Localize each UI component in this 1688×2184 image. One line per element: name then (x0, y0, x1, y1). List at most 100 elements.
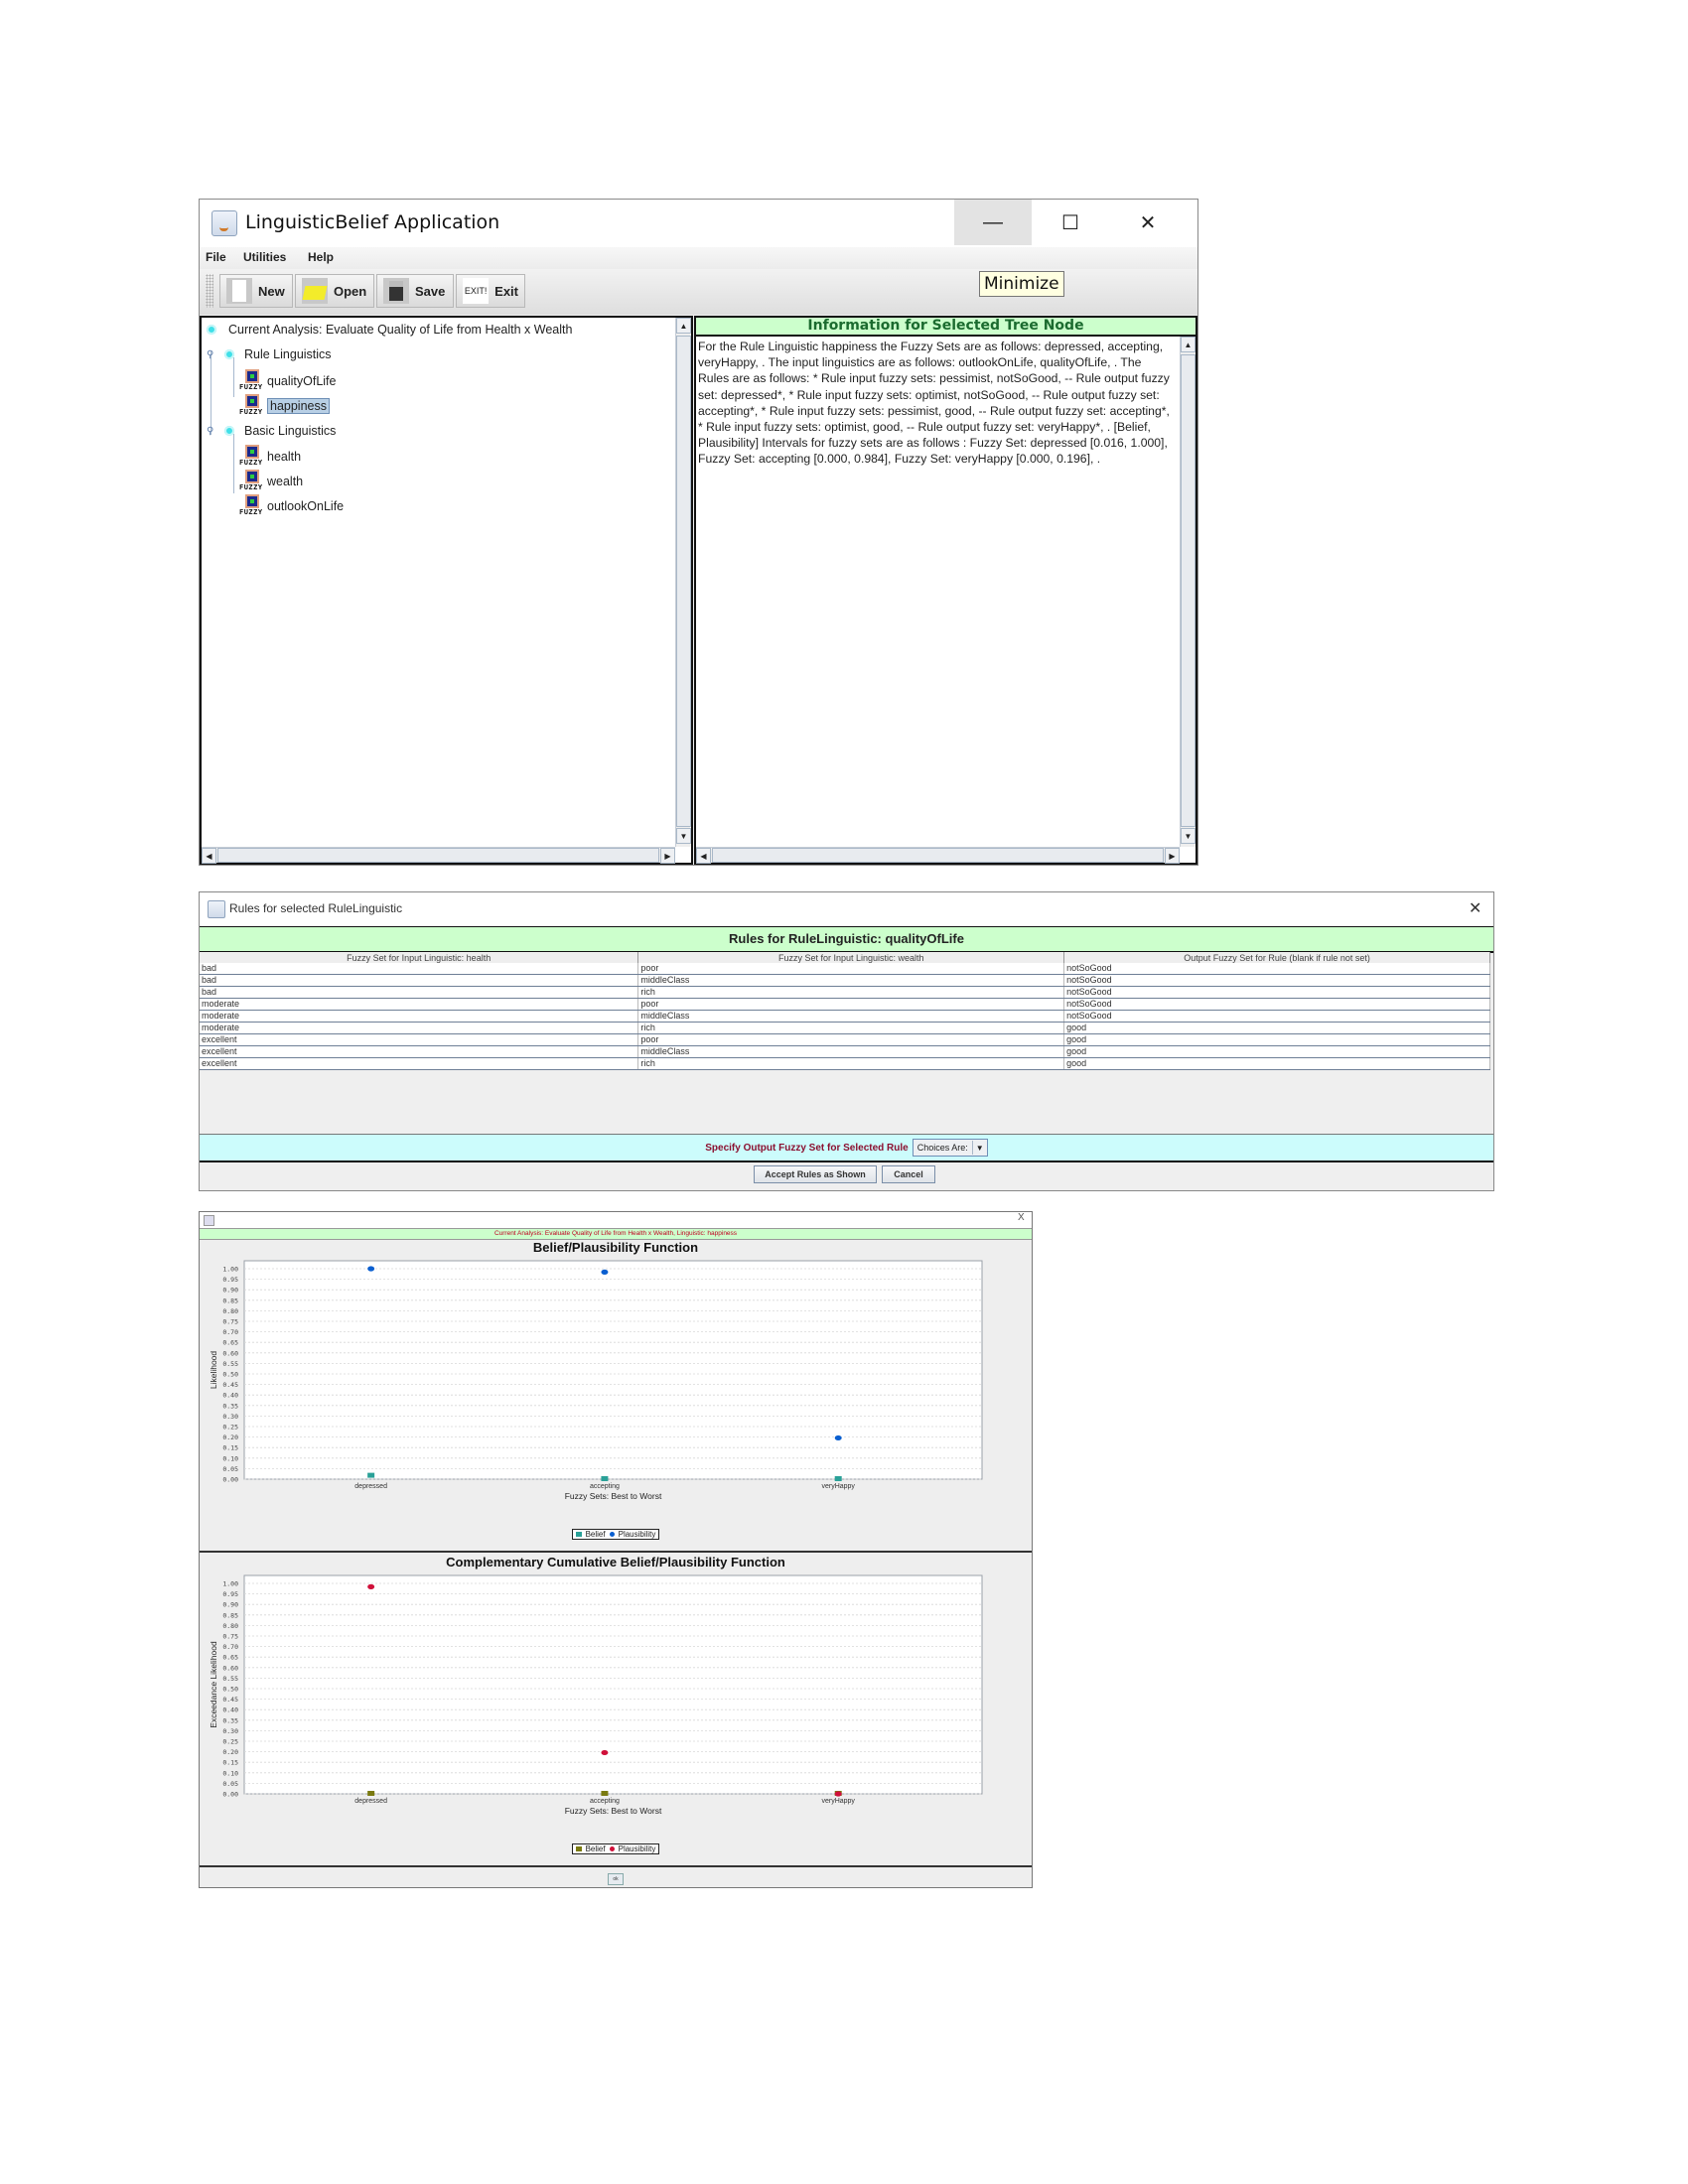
column-header-wealth[interactable]: Fuzzy Set for Input Linguistic: wealth (637, 952, 1065, 963)
data-point-plausibility[interactable] (834, 1791, 842, 1797)
tree-item-qualityoflife[interactable]: FUZZY qualityOfLife (239, 369, 336, 393)
cell-output[interactable]: notSoGood (1063, 963, 1490, 975)
scroll-thumb[interactable] (217, 848, 659, 863)
scroll-right-arrow-icon[interactable]: ▶ (1165, 848, 1180, 864)
cell-output[interactable]: good (1063, 1045, 1490, 1058)
data-point-belief[interactable] (601, 1476, 609, 1481)
column-header-output[interactable]: Output Fuzzy Set for Rule (blank if rule… (1063, 952, 1490, 963)
data-point-plausibility[interactable] (367, 1266, 375, 1272)
scroll-right-arrow-icon[interactable]: ▶ (660, 848, 675, 864)
cell-output[interactable]: notSoGood (1063, 974, 1490, 987)
ok-button[interactable]: ok (608, 1873, 624, 1885)
tree-horizontal-scrollbar[interactable]: ◀ ▶ (202, 847, 675, 864)
rules-table-row[interactable]: bad poor notSoGood (200, 963, 1490, 975)
cell-wealth[interactable]: middleClass (637, 1045, 1065, 1058)
info-vertical-scrollbar[interactable]: ▲ ▼ (1180, 337, 1196, 847)
cell-health[interactable]: bad (200, 974, 639, 987)
cell-wealth[interactable]: rich (637, 1057, 1065, 1070)
tree-item-label: outlookOnLife (267, 499, 345, 513)
scroll-thumb[interactable] (1181, 354, 1196, 827)
rules-table-row[interactable]: moderate middleClass notSoGood (200, 1010, 1490, 1023)
maximize-button[interactable]: ☐ (1032, 200, 1109, 245)
cell-output[interactable]: good (1063, 1033, 1490, 1046)
close-button[interactable]: ✕ (1109, 200, 1187, 245)
rules-table-row[interactable]: excellent poor good (200, 1033, 1490, 1046)
column-header-health[interactable]: Fuzzy Set for Input Linguistic: health (200, 952, 639, 963)
scroll-up-arrow-icon[interactable]: ▲ (1181, 337, 1196, 352)
open-button[interactable]: Open (295, 274, 374, 308)
scroll-down-arrow-icon[interactable]: ▼ (676, 828, 691, 844)
menu-help[interactable]: Help (308, 250, 334, 264)
data-point-plausibility[interactable] (367, 1583, 375, 1589)
data-point-belief[interactable] (367, 1472, 375, 1478)
cell-wealth[interactable]: poor (637, 963, 1065, 975)
rules-table-row[interactable]: excellent rich good (200, 1057, 1490, 1070)
data-point-belief[interactable] (367, 1791, 375, 1796)
cell-health[interactable]: bad (200, 963, 639, 975)
toolbar-grip[interactable] (206, 274, 213, 308)
tree-item-health[interactable]: FUZZY health (239, 445, 301, 469)
legend-belief-label: Belief (585, 1530, 606, 1539)
data-point-plausibility[interactable] (601, 1269, 609, 1275)
cell-health[interactable]: excellent (200, 1033, 639, 1046)
rules-table-row[interactable]: bad middleClass notSoGood (200, 974, 1490, 987)
cell-output[interactable]: notSoGood (1063, 986, 1490, 999)
fuzzy-icon: FUZZY (239, 494, 263, 518)
data-point-plausibility[interactable] (834, 1434, 842, 1441)
cell-health[interactable]: excellent (200, 1045, 639, 1058)
tree-vertical-scrollbar[interactable]: ▲ ▼ (675, 318, 691, 847)
legend-plausibility-label: Plausibility (618, 1530, 656, 1539)
output-fuzzy-set-dropdown[interactable]: Choices Are: ▼ (912, 1139, 988, 1157)
scroll-up-arrow-icon[interactable]: ▲ (676, 318, 691, 334)
cell-health[interactable]: moderate (200, 1022, 639, 1034)
data-point-belief[interactable] (834, 1476, 842, 1481)
tree-item-happiness[interactable]: FUZZY happiness (239, 394, 330, 418)
y-tick-label: 0.25 (222, 1424, 238, 1432)
cell-output[interactable]: good (1063, 1022, 1490, 1034)
cell-output[interactable]: notSoGood (1063, 1010, 1490, 1023)
tree-root[interactable]: Current Analysis: Evaluate Quality of Li… (207, 323, 572, 337)
menu-utilities[interactable]: Utilities (243, 250, 286, 264)
cell-wealth[interactable]: middleClass (637, 1010, 1065, 1023)
cell-wealth[interactable]: poor (637, 1033, 1065, 1046)
ok-bar: ok (200, 1871, 1032, 1887)
cell-output[interactable]: good (1063, 1057, 1490, 1070)
rules-table-row[interactable]: bad rich notSoGood (200, 986, 1490, 999)
cell-health[interactable]: moderate (200, 998, 639, 1011)
tree-group-basic-linguistics[interactable]: ⚲ Basic Linguistics (207, 424, 336, 438)
close-icon[interactable]: ✕ (1469, 898, 1481, 918)
rules-table-row[interactable]: moderate rich good (200, 1022, 1490, 1034)
cell-health[interactable]: moderate (200, 1010, 639, 1023)
cell-wealth[interactable]: poor (637, 998, 1065, 1011)
cancel-button[interactable]: Cancel (882, 1165, 935, 1183)
scroll-left-arrow-icon[interactable]: ◀ (696, 848, 711, 864)
tree-toggle-icon[interactable]: ⚲ (207, 349, 224, 360)
minimize-button[interactable]: — (954, 200, 1032, 245)
cell-wealth[interactable]: rich (637, 1022, 1065, 1034)
exit-button[interactable]: EXIT! Exit (456, 274, 525, 308)
close-icon[interactable]: X (1018, 1212, 1025, 1223)
tree-item-wealth[interactable]: FUZZY wealth (239, 470, 303, 493)
scroll-down-arrow-icon[interactable]: ▼ (1181, 828, 1196, 844)
cell-wealth[interactable]: rich (637, 986, 1065, 999)
new-button[interactable]: New (219, 274, 293, 308)
scroll-thumb[interactable] (712, 848, 1164, 863)
scroll-left-arrow-icon[interactable]: ◀ (202, 848, 216, 864)
cell-health[interactable]: excellent (200, 1057, 639, 1070)
accept-rules-button[interactable]: Accept Rules as Shown (754, 1165, 877, 1183)
rules-table-row[interactable]: moderate poor notSoGood (200, 998, 1490, 1011)
menu-file[interactable]: File (206, 250, 226, 264)
data-point-plausibility[interactable] (601, 1749, 609, 1756)
info-horizontal-scrollbar[interactable]: ◀ ▶ (696, 847, 1180, 864)
info-panel-text: For the Rule Linguistic happiness the Fu… (698, 340, 1170, 467)
save-button[interactable]: Save (376, 274, 454, 308)
data-point-belief[interactable] (601, 1791, 609, 1796)
cell-health[interactable]: bad (200, 986, 639, 999)
tree-item-outlookonlife[interactable]: FUZZY outlookOnLife (239, 494, 345, 518)
cell-wealth[interactable]: middleClass (637, 974, 1065, 987)
tree-group-rule-linguistics[interactable]: ⚲ Rule Linguistics (207, 347, 332, 361)
tree-toggle-icon[interactable]: ⚲ (207, 426, 224, 437)
rules-table-row[interactable]: excellent middleClass good (200, 1045, 1490, 1058)
cell-output[interactable]: notSoGood (1063, 998, 1490, 1011)
scroll-thumb[interactable] (676, 336, 691, 827)
